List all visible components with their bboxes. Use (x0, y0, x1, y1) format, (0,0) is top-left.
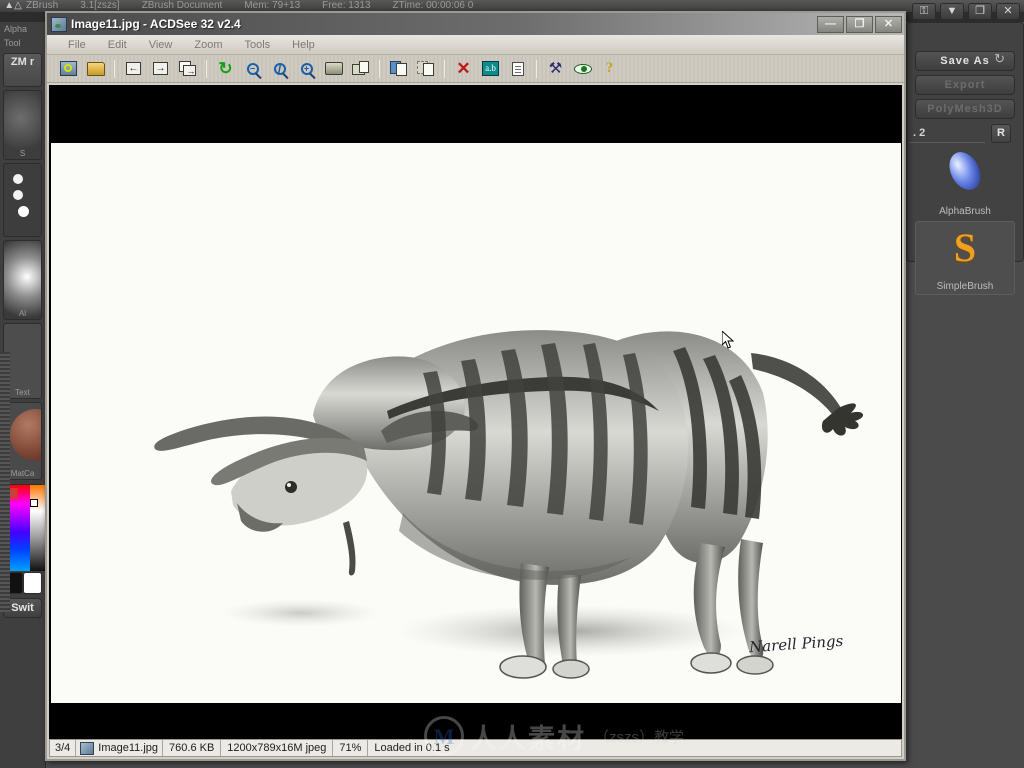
rename-icon[interactable]: a.b (479, 58, 502, 80)
alpha-swatch-caption: S (19, 149, 26, 158)
toolbar-separator (444, 59, 445, 78)
browse-icon[interactable] (57, 58, 80, 80)
dot-icon (13, 190, 23, 200)
properties-icon[interactable] (506, 58, 529, 80)
value-selector-handle[interactable] (30, 499, 38, 507)
simplebrush-label: SimpleBrush (936, 281, 994, 292)
zoom-actual-icon[interactable]: / (268, 58, 291, 80)
simplebrush-icon: S (953, 225, 977, 270)
close-button[interactable]: ✕ (996, 2, 1020, 20)
status-image-index: 3/4 (50, 740, 77, 756)
zbrush-runner-icon: ▲△ (4, 0, 22, 11)
dot-icon (18, 206, 29, 217)
refresh-icon[interactable]: ↻ (994, 51, 1005, 67)
acdsee-menubar: File Edit View Zoom Tools Help (47, 35, 904, 55)
stroke-swatch[interactable] (3, 163, 42, 237)
zoom-in-icon[interactable]: + (295, 58, 318, 80)
window-title: Image11.jpg - ACDSee 32 v2.4 (71, 17, 241, 31)
open-folder-icon[interactable] (84, 58, 107, 80)
zbrush-left-sidebar: Alpha Tool ZM r S Al Text MatCa Swit (0, 22, 52, 768)
acdsee-titlebar[interactable]: Image11.jpg - ACDSee 32 v2.4 — ❐ ✕ (47, 13, 904, 35)
menu-file[interactable]: File (57, 39, 97, 51)
minimize-button[interactable]: ▼ (940, 2, 964, 20)
alphabrush-icon (943, 146, 987, 196)
image-viewer[interactable]: Narell Pings (49, 85, 902, 747)
displayed-image[interactable]: Narell Pings (51, 143, 901, 703)
tool-label: Tool (4, 38, 21, 48)
subtool-row: . 2 R (909, 123, 1015, 143)
toolbar-separator (206, 59, 207, 78)
subtool-label: . 2 (909, 124, 985, 143)
restore-button[interactable]: ❐ (968, 2, 992, 20)
polymesh3d-button[interactable]: PolyMesh3D (915, 99, 1015, 119)
sidebar-drag-handle[interactable] (0, 352, 10, 612)
status-filename-cell: Image11.jpg (76, 740, 164, 756)
lock-icon[interactable]: ⚿ (912, 2, 936, 20)
toolbar-separator (536, 59, 537, 78)
alpha2-swatch[interactable]: Al (3, 240, 42, 320)
close-button[interactable]: ✕ (875, 15, 902, 33)
minimize-button[interactable]: — (817, 15, 844, 33)
alpha2-swatch-caption: Al (18, 309, 27, 318)
alphabrush-label: AlphaBrush (939, 206, 991, 217)
alpha-swatch[interactable]: S (3, 90, 42, 160)
background-color-swatch[interactable] (22, 572, 42, 594)
rotate-refresh-icon[interactable]: ↻ (214, 58, 237, 80)
status-dimensions: 1200x789x16M jpeg (221, 740, 334, 756)
status-zoom-level: 71% (333, 740, 369, 756)
toolbar-separator (114, 59, 115, 78)
next-image-icon[interactable]: → (149, 58, 172, 80)
paste-icon[interactable] (414, 58, 437, 80)
print-preview-icon[interactable] (349, 58, 372, 80)
alphabrush-tile[interactable]: AlphaBrush (915, 145, 1015, 219)
slideshow-icon[interactable]: → (176, 58, 199, 80)
menu-tools[interactable]: Tools (233, 39, 281, 51)
acdsee-toolbar: ← → → ↻ − / + ✕ a.b ⚒ ? (47, 55, 904, 83)
zoom-out-icon[interactable]: − (241, 58, 264, 80)
export-button[interactable]: Export (915, 75, 1015, 95)
simplebrush-tile[interactable]: S SimpleBrush (915, 221, 1015, 295)
edit-tools-icon[interactable]: ⚒ (544, 58, 567, 80)
acdsee-window: Image11.jpg - ACDSee 32 v2.4 — ❐ ✕ File … (45, 11, 906, 761)
menu-zoom[interactable]: Zoom (183, 39, 233, 51)
zbrush-window-controls: ⚿ ▼ ❐ ✕ (912, 2, 1020, 20)
maximize-button[interactable]: ❐ (846, 15, 873, 33)
delete-icon[interactable]: ✕ (452, 58, 475, 80)
help-icon[interactable]: ? (598, 58, 621, 80)
toolbar-separator (379, 59, 380, 78)
subtool-r-button[interactable]: R (991, 123, 1011, 143)
dot-icon (13, 174, 23, 184)
menu-view[interactable]: View (138, 39, 184, 51)
status-filename: Image11.jpg (98, 742, 159, 754)
image-file-icon (51, 16, 67, 32)
status-bar: 3/4 Image11.jpg 760.6 KB 1200x789x16M jp… (49, 739, 902, 757)
image-thumbnail-icon (80, 741, 95, 755)
copy-icon[interactable] (387, 58, 410, 80)
menu-help[interactable]: Help (281, 39, 326, 51)
material-sphere-icon (10, 409, 41, 461)
alpha-label: Alpha (4, 24, 28, 34)
previous-image-icon[interactable]: ← (122, 58, 145, 80)
status-load-time: Loaded in 0.1 s (374, 742, 450, 754)
menu-edit[interactable]: Edit (97, 39, 138, 51)
status-filesize: 760.6 KB (163, 740, 222, 756)
view-eye-icon[interactable] (571, 58, 594, 80)
current-tool-label: ZM r (10, 56, 35, 68)
current-tool-button[interactable]: ZM r (3, 53, 42, 87)
zbrush-right-sidebar: ↻ Save As Export PolyMesh3D . 2 R AlphaB… (906, 22, 1024, 295)
print-icon[interactable] (322, 58, 345, 80)
